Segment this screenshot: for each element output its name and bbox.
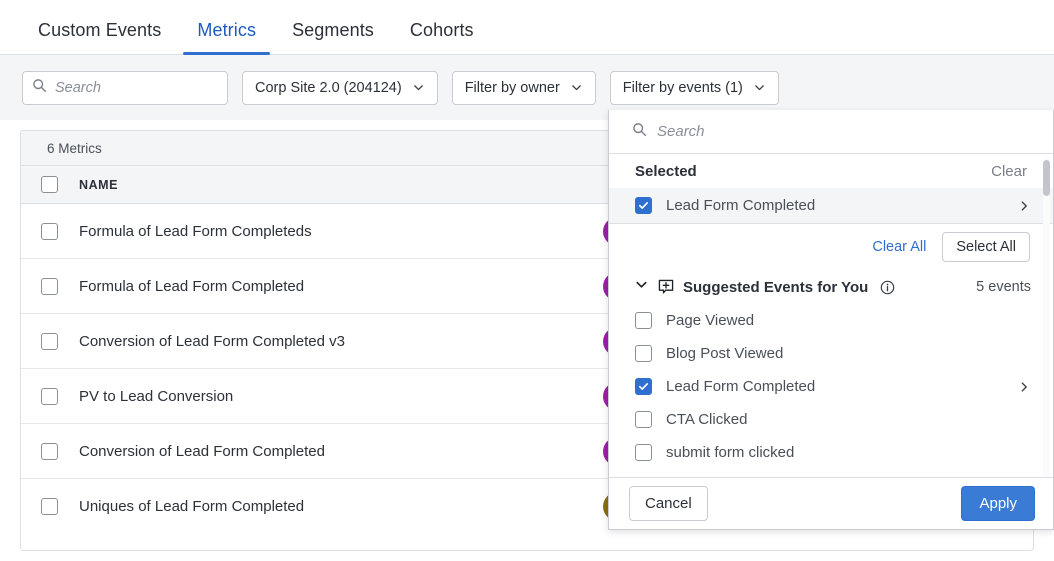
select-all-rows-checkbox-cell: [21, 176, 78, 193]
search-icon: [32, 78, 47, 98]
suggested-events-count: 5 events: [976, 279, 1031, 295]
row-checkbox[interactable]: [41, 223, 58, 240]
popover-search-input[interactable]: Search: [609, 110, 1053, 154]
search-placeholder: Search: [55, 80, 101, 96]
suggested-events-title: Suggested Events for You: [683, 279, 868, 296]
metrics-count-label: 6 Metrics: [47, 141, 102, 156]
row-name: Conversion of Lead Form Completed v3: [78, 333, 603, 350]
row-name: Conversion of Lead Form Completed: [78, 443, 603, 460]
event-option-label: Page Viewed: [666, 312, 1031, 329]
row-checkbox-cell: [21, 388, 78, 405]
selected-label: Selected: [635, 163, 697, 180]
popover-search-placeholder: Search: [657, 123, 705, 140]
checkbox-unchecked[interactable]: [635, 345, 652, 362]
clear-all-button[interactable]: Clear All: [872, 239, 926, 255]
tab-label: Cohorts: [410, 20, 474, 40]
event-option-row[interactable]: CTA Clicked: [609, 403, 1053, 436]
events-filter-popover: Search Selected Clear Lead Form Complete…: [608, 110, 1054, 530]
app-root: Custom Events Metrics Segments Cohorts S…: [0, 0, 1054, 561]
chevron-right-icon[interactable]: [1017, 380, 1031, 394]
checkbox-unchecked[interactable]: [635, 444, 652, 461]
row-checkbox-cell: [21, 223, 78, 240]
event-option-label: Blog Post Viewed: [666, 345, 1031, 362]
tab-label: Custom Events: [38, 20, 161, 40]
select-all-rows-checkbox[interactable]: [41, 176, 58, 193]
selected-event-label: Lead Form Completed: [666, 197, 1017, 214]
info-icon[interactable]: [880, 280, 895, 295]
suggested-events-group-header[interactable]: Suggested Events for You 5 events: [609, 270, 1053, 304]
site-select-label: Corp Site 2.0 (204124): [255, 80, 402, 96]
owner-filter-select[interactable]: Filter by owner: [452, 71, 596, 105]
event-option-row[interactable]: submit form clicked: [609, 436, 1053, 469]
tab-label: Segments: [292, 20, 374, 40]
selected-event-item[interactable]: Lead Form Completed: [609, 188, 1053, 224]
row-name: PV to Lead Conversion: [78, 388, 603, 405]
row-checkbox-cell: [21, 498, 78, 515]
row-checkbox[interactable]: [41, 443, 58, 460]
chevron-down-icon: [570, 81, 583, 94]
popover-scroll-area: Selected Clear Lead Form Completed Clear…: [609, 154, 1053, 477]
row-name: Uniques of Lead Form Completed: [78, 498, 603, 515]
row-checkbox-cell: [21, 333, 78, 350]
suggested-events-icon: [658, 279, 674, 295]
chevron-down-icon: [753, 81, 766, 94]
tab-segments[interactable]: Segments: [292, 20, 374, 54]
row-checkbox-cell: [21, 443, 78, 460]
tab-metrics[interactable]: Metrics: [197, 20, 256, 54]
bulk-actions-row: Clear All Select All: [609, 224, 1053, 270]
event-option-row[interactable]: Page Viewed: [609, 304, 1053, 337]
site-select[interactable]: Corp Site 2.0 (204124): [242, 71, 438, 105]
checkbox-unchecked[interactable]: [635, 411, 652, 428]
event-option-row[interactable]: Blog Post Viewed: [609, 337, 1053, 370]
column-header-name[interactable]: NAME: [78, 178, 603, 192]
search-icon: [632, 122, 647, 142]
events-filter-select[interactable]: Filter by events (1): [610, 71, 779, 105]
select-all-button[interactable]: Select All: [942, 232, 1030, 262]
selected-section-header: Selected Clear: [609, 154, 1053, 188]
chevron-down-icon[interactable]: [634, 277, 649, 297]
event-option-label: CTA Clicked: [666, 411, 1031, 428]
row-name: Formula of Lead Form Completed: [78, 278, 603, 295]
row-checkbox[interactable]: [41, 333, 58, 350]
owner-filter-label: Filter by owner: [465, 80, 560, 96]
cancel-button[interactable]: Cancel: [629, 486, 708, 521]
tab-label: Metrics: [197, 20, 256, 40]
row-name: Formula of Lead Form Completeds: [78, 223, 603, 240]
event-option-label: Lead Form Completed: [666, 378, 1017, 395]
row-checkbox-cell: [21, 278, 78, 295]
tab-bar: Custom Events Metrics Segments Cohorts: [0, 0, 1054, 55]
chevron-right-icon[interactable]: [1017, 199, 1031, 213]
checkbox-checked[interactable]: [635, 378, 652, 395]
search-input[interactable]: Search: [22, 71, 228, 105]
events-filter-label: Filter by events (1): [623, 80, 743, 96]
apply-button[interactable]: Apply: [961, 486, 1035, 521]
tab-cohorts[interactable]: Cohorts: [410, 20, 474, 54]
popover-scrollbar-track[interactable]: [1043, 158, 1050, 477]
row-checkbox[interactable]: [41, 498, 58, 515]
tab-custom-events[interactable]: Custom Events: [38, 20, 161, 54]
event-option-row[interactable]: Lead Form Completed: [609, 370, 1053, 403]
chevron-down-icon: [412, 81, 425, 94]
row-checkbox[interactable]: [41, 388, 58, 405]
popover-footer: Cancel Apply: [609, 477, 1053, 529]
popover-scrollbar-thumb[interactable]: [1043, 160, 1050, 196]
clear-button[interactable]: Clear: [991, 163, 1027, 180]
checkbox-checked[interactable]: [635, 197, 652, 214]
row-checkbox[interactable]: [41, 278, 58, 295]
event-option-label: submit form clicked: [666, 444, 1031, 461]
checkbox-unchecked[interactable]: [635, 312, 652, 329]
